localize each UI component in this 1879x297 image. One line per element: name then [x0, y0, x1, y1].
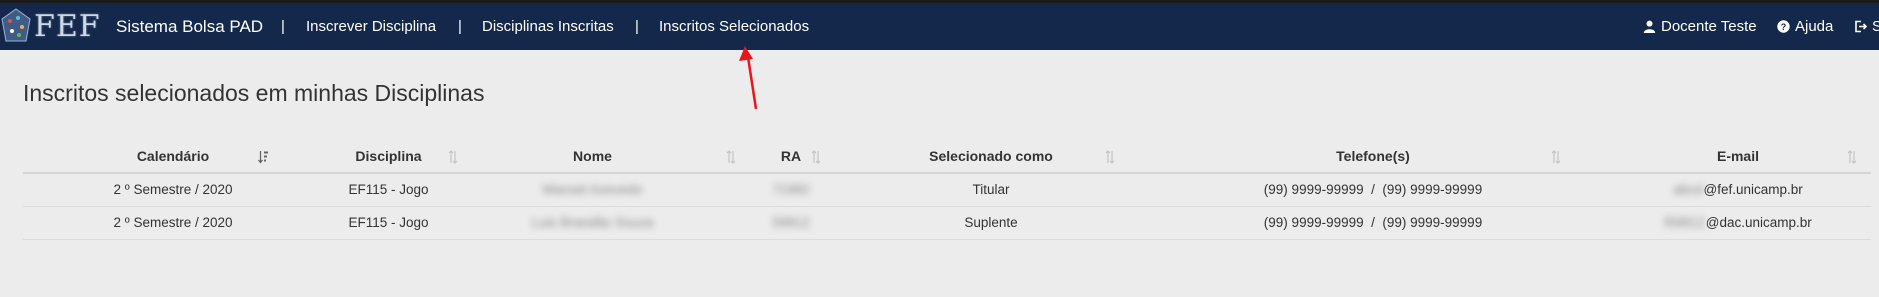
sort-both-icon[interactable] — [448, 150, 458, 164]
selected-students-table: Calendário Disciplina Nome RA Selecionad… — [23, 140, 1871, 240]
brand-link[interactable]: Sistema Bolsa PAD — [116, 3, 263, 50]
help-link[interactable]: ? Ajuda — [1777, 3, 1833, 50]
nav-separator: | — [281, 18, 285, 35]
cell-ra-redacted: 71982 — [772, 182, 810, 197]
column-header-selecionado-como[interactable]: Selecionado como — [841, 140, 1141, 172]
user-icon — [1643, 20, 1656, 33]
column-header-email[interactable]: E-mail — [1605, 140, 1871, 172]
cell-calendario: 2 º Semestre / 2020 — [113, 215, 233, 230]
cell-telefones: (99) 9999-99999 / (99) 9999-99999 — [1263, 182, 1483, 197]
column-header-ra[interactable]: RA — [741, 140, 841, 172]
sign-out-icon — [1854, 20, 1867, 33]
email-user-redacted: l59812 — [1664, 215, 1705, 230]
email-domain: @fef.unicamp.br — [1703, 182, 1803, 197]
cell-ra-redacted: 59812 — [772, 215, 810, 230]
svg-text:?: ? — [1781, 22, 1787, 32]
sort-asc-icon[interactable] — [257, 150, 268, 164]
column-header-nome[interactable]: Nome — [469, 140, 716, 172]
page-title: Inscritos selecionados em minhas Discipl… — [23, 80, 485, 106]
question-circle-icon: ? — [1777, 20, 1790, 33]
cell-email[interactable]: l59812 @dac.unicamp.br — [1605, 207, 1871, 239]
column-header-calendario[interactable]: Calendário — [23, 140, 323, 172]
sort-both-icon[interactable] — [1105, 150, 1115, 164]
nav-separator: | — [458, 18, 462, 35]
sort-both-icon[interactable] — [1847, 150, 1857, 164]
help-label: Ajuda — [1795, 18, 1834, 35]
cell-selecionado-como: Suplente — [964, 215, 1018, 230]
cell-disciplina: EF115 - Jogo — [348, 182, 429, 197]
cell-nome-redacted: Luis Brandão Souza — [531, 215, 654, 230]
table-row[interactable]: 2 º Semestre / 2020 EF115 - Jogo Manoel … — [23, 174, 1871, 207]
cell-email[interactable]: abcd @fef.unicamp.br — [1605, 174, 1871, 206]
email-domain: @dac.unicamp.br — [1705, 215, 1812, 230]
top-navbar: FEF Sistema Bolsa PAD | Inscrever Discip… — [0, 3, 1879, 50]
sort-both-icon[interactable] — [1551, 150, 1561, 164]
table-header: Calendário Disciplina Nome RA Selecionad… — [23, 140, 1871, 174]
email-user-redacted: abcd — [1673, 182, 1703, 197]
nav-inscrever-disciplina[interactable]: Inscrever Disciplina — [306, 3, 436, 50]
logout-label: Sa — [1872, 18, 1879, 35]
annotation-arrow-icon — [739, 46, 758, 110]
logo-emblem-icon — [1, 8, 31, 42]
table-row[interactable]: 2 º Semestre / 2020 EF115 - Jogo Luis Br… — [23, 207, 1871, 240]
fef-logo[interactable]: FEF — [0, 7, 101, 45]
cell-disciplina: EF115 - Jogo — [348, 215, 429, 230]
cell-calendario: 2 º Semestre / 2020 — [113, 182, 233, 197]
logout-link[interactable]: Sa — [1854, 3, 1879, 50]
column-header-disciplina[interactable]: Disciplina — [323, 140, 454, 172]
cell-selecionado-como: Titular — [972, 182, 1010, 197]
nav-inscritos-selecionados[interactable]: Inscritos Selecionados — [659, 3, 809, 50]
column-header-telefones[interactable]: Telefone(s) — [1141, 140, 1605, 172]
user-name: Docente Teste — [1661, 18, 1757, 35]
cell-nome-redacted: Manoel Azevedo — [542, 182, 643, 197]
nav-disciplinas-inscritas[interactable]: Disciplinas Inscritas — [482, 3, 614, 50]
nav-separator: | — [635, 18, 639, 35]
sort-both-icon[interactable] — [726, 150, 736, 164]
user-menu[interactable]: Docente Teste — [1643, 3, 1757, 50]
logo-text: FEF — [34, 8, 101, 44]
cell-telefones: (99) 9999-99999 / (99) 9999-99999 — [1263, 215, 1483, 230]
sort-both-icon[interactable] — [811, 150, 821, 164]
